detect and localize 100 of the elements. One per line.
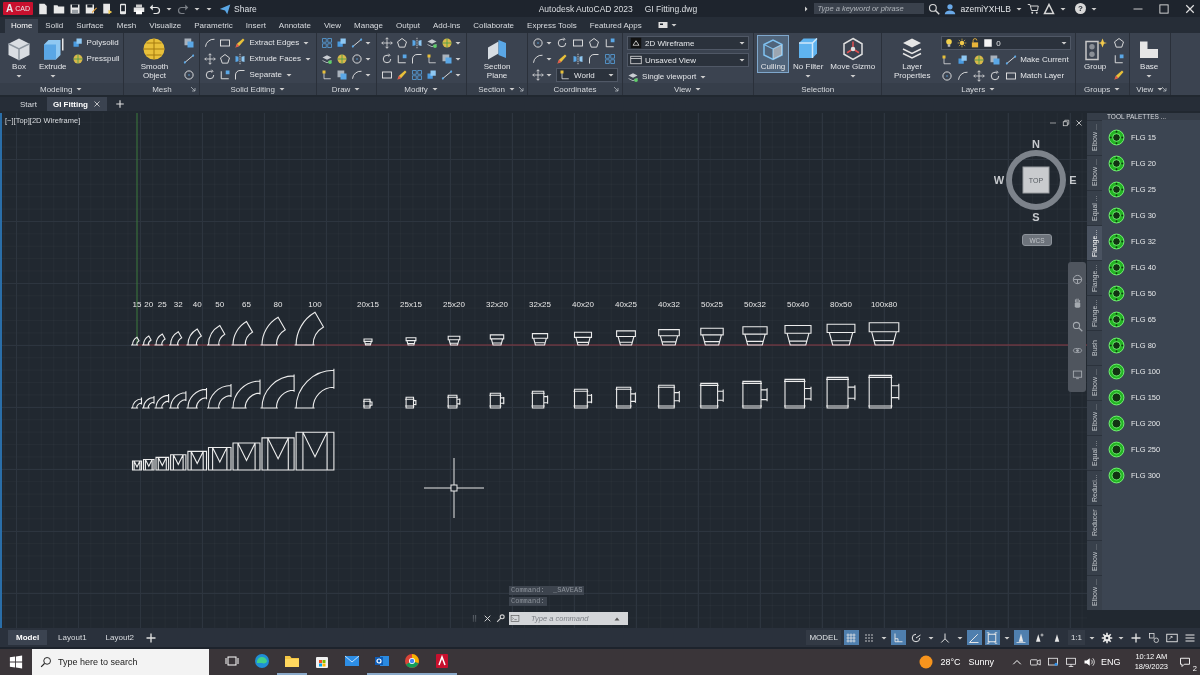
ribbon-button[interactable]: No Filter [791, 36, 826, 81]
size-label: 32x20 [486, 300, 508, 309]
panel-title: Layers [961, 84, 986, 94]
size-label: 50 [215, 300, 225, 309]
ribbon-button[interactable]: Base [1134, 36, 1165, 81]
panel-title-bar[interactable]: View [1130, 83, 1171, 95]
panel-title-bar[interactable]: Groups [1076, 83, 1130, 95]
size-label: 32x25 [529, 300, 551, 309]
file-title: GI Fitting.dwg [644, 3, 698, 14]
ribbon-tab[interactable]: Mesh [110, 19, 143, 33]
temperature[interactable]: 28°C [940, 657, 961, 667]
panel-title-bar[interactable]: Selection [754, 83, 882, 95]
file-tab[interactable]: Start [14, 97, 43, 111]
help-button[interactable]: ? [1075, 3, 1086, 14]
ribbon-button[interactable]: Group [1080, 36, 1111, 72]
ribbon-tab[interactable]: Insert [239, 19, 272, 33]
size-label: 80 [273, 300, 283, 309]
ribbon-tab[interactable]: View [317, 19, 348, 33]
panel-title-bar[interactable]: Layers [882, 83, 1076, 95]
status-button[interactable]: 1:1 [1067, 630, 1085, 645]
panel-title: Groups [1084, 84, 1111, 94]
size-label: 32 [173, 300, 183, 309]
search-field[interactable]: Type here to search [32, 649, 209, 675]
size-label: 100 [308, 300, 322, 309]
layout-tab[interactable]: Layout1 [50, 630, 95, 645]
panel-title-bar[interactable]: Modeling [0, 83, 124, 95]
ribbon-tab[interactable]: Surface [70, 19, 110, 33]
language-indicator[interactable]: ENG [1101, 657, 1121, 667]
panel-title-bar[interactable]: View [623, 83, 754, 95]
panel-title: Modeling [40, 84, 73, 94]
compass-label[interactable]: E [1069, 174, 1077, 186]
file-tab[interactable]: GI Fitting [46, 97, 107, 111]
panel-title: Coordinates [553, 84, 597, 94]
ribbon-button[interactable]: Extract Edges [234, 36, 311, 49]
dropdown[interactable]: Unsaved View [627, 53, 750, 67]
weather-condition[interactable]: Sunny [968, 657, 995, 667]
app-title: Autodesk AutoCAD 2023 [538, 3, 633, 14]
ribbon-tab[interactable]: Output [390, 19, 427, 33]
size-label: 40x25 [615, 300, 637, 309]
size-label: 15 [132, 300, 142, 309]
compass-label[interactable]: N [1032, 138, 1040, 150]
ribbon-tab[interactable]: Parametric [188, 19, 239, 33]
size-label: 80x50 [830, 300, 852, 309]
size-label: 20 [144, 300, 154, 309]
compass-label[interactable]: W [994, 174, 1005, 186]
size-label: 50x32 [744, 300, 766, 309]
size-label: 25x15 [400, 300, 422, 309]
size-label: 40x32 [658, 300, 680, 309]
panel-title: Modify [404, 84, 428, 94]
panel-title: Mesh [152, 84, 172, 94]
ribbon-tab[interactable]: Manage [348, 19, 389, 33]
ribbon-button[interactable]: Section Plane [471, 36, 524, 81]
ribbon-button[interactable]: Smooth Object [128, 36, 181, 81]
ribbon-tab[interactable]: Add-ins [427, 19, 467, 33]
ribbon-tab[interactable]: Express Tools [521, 19, 583, 33]
ribbon-button[interactable]: Extrude Faces [234, 52, 313, 65]
panel-title: View [1136, 84, 1154, 94]
panel-title-bar[interactable]: Solid Editing [200, 83, 317, 95]
dropdown[interactable]: World [556, 68, 619, 82]
panel-title: Draw [331, 84, 351, 94]
panel-title-bar[interactable]: Modify [377, 83, 467, 95]
panel-title-bar[interactable]: Coordinates [528, 83, 623, 95]
size-label: 40x20 [572, 300, 594, 309]
ribbon-button[interactable]: Extrude [37, 36, 69, 81]
ribbon-tab[interactable]: Home [5, 19, 39, 33]
layer-dropdown[interactable]: 0 [941, 36, 1072, 50]
ribbon-tab[interactable]: Collaborate [467, 19, 521, 33]
status-button[interactable]: MODEL [806, 630, 841, 645]
size-label: 50x40 [787, 300, 809, 309]
user-name[interactable]: azemiYXHLB [960, 3, 1011, 14]
panel-title-bar[interactable]: Mesh [124, 83, 200, 95]
dropdown[interactable]: 2D Wireframe [627, 36, 750, 50]
size-label: 25x20 [443, 300, 465, 309]
ribbon-button[interactable]: Move Gizmo [828, 36, 878, 81]
layout-tab[interactable]: Layout2 [97, 630, 143, 645]
size-label: 65 [242, 300, 251, 309]
panel-title-bar[interactable]: Draw [317, 83, 377, 95]
ribbon-tab[interactable]: Annotate [272, 19, 317, 33]
ribbon-tab[interactable]: Solid [39, 19, 70, 33]
ribbon-button[interactable]: Single viewport [627, 70, 708, 83]
size-label: 25 [157, 300, 167, 309]
panel-title: Selection [801, 84, 835, 94]
panel-title: View [673, 84, 692, 94]
ribbon-button[interactable]: Match Layer [1005, 69, 1065, 82]
ribbon-tab[interactable]: Featured Apps [583, 19, 648, 33]
panel-title-bar[interactable]: Section [467, 83, 528, 95]
ribbon-button[interactable]: Box [4, 36, 34, 81]
layout-tab[interactable]: Model [8, 630, 48, 645]
ribbon-button[interactable]: Culling [758, 36, 789, 72]
ribbon-button[interactable]: Layer Properties [886, 36, 939, 81]
size-label: 50x25 [701, 300, 723, 309]
ribbon-button[interactable]: Polysolid [71, 36, 119, 49]
compass-label[interactable]: S [1032, 211, 1040, 222]
ribbon-button[interactable]: Make Current [1005, 53, 1069, 66]
ribbon-button[interactable]: Presspull [71, 52, 120, 65]
share-button[interactable]: Share [219, 2, 257, 15]
panel-title: Solid Editing [230, 84, 275, 94]
ribbon-tab[interactable]: Visualize [143, 19, 188, 33]
ribbon-button[interactable]: Separate [234, 68, 293, 81]
size-label: 20x15 [357, 300, 379, 309]
